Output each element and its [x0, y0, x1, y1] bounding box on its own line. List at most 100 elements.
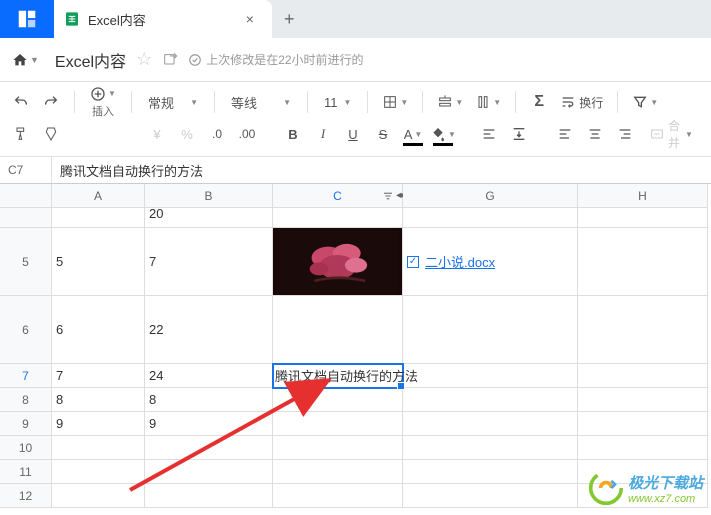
document-tab[interactable]: Excel内容 × — [54, 0, 272, 38]
autosum-button[interactable]: Σ — [526, 89, 552, 115]
halign-center-button[interactable] — [582, 121, 608, 147]
cell[interactable] — [403, 412, 578, 436]
row-header[interactable]: 9 — [0, 412, 52, 436]
strikethrough-button[interactable]: S — [370, 121, 396, 147]
filter-button[interactable]: ▼ — [628, 89, 662, 115]
currency-button[interactable]: ¥ — [144, 121, 170, 147]
share-icon[interactable] — [162, 52, 178, 68]
align-left-button[interactable] — [476, 121, 502, 147]
cell[interactable] — [273, 208, 403, 228]
decimal-dec-button[interactable]: .0 — [204, 121, 230, 147]
cell-link[interactable]: ✓ 二小说.docx — [403, 228, 578, 296]
merge-button[interactable]: 合并▼ — [658, 121, 684, 147]
app-logo-tab[interactable] — [0, 0, 54, 38]
document-link[interactable]: 二小说.docx — [425, 252, 495, 271]
cell[interactable] — [52, 208, 145, 228]
cell[interactable]: 24 — [145, 364, 273, 388]
row-header[interactable]: 5 — [0, 228, 52, 296]
cell[interactable] — [273, 296, 403, 364]
col-header-a[interactable]: A — [52, 184, 145, 208]
cell[interactable]: 8 — [145, 388, 273, 412]
cell[interactable] — [273, 460, 403, 484]
cell[interactable] — [578, 388, 708, 412]
clear-format-button[interactable] — [38, 121, 64, 147]
cell[interactable] — [52, 484, 145, 508]
percent-button[interactable]: % — [174, 121, 200, 147]
cell[interactable] — [403, 436, 578, 460]
cell[interactable] — [578, 208, 708, 228]
cell[interactable]: 20 — [145, 208, 273, 228]
cell[interactable]: 5 — [52, 228, 145, 296]
insert-row-button[interactable]: ▼ — [433, 89, 467, 115]
cell[interactable] — [578, 412, 708, 436]
home-button[interactable]: ▼ — [12, 52, 39, 68]
insert-col-button[interactable]: ▼ — [471, 89, 505, 115]
cell[interactable] — [578, 296, 708, 364]
cell[interactable] — [52, 436, 145, 460]
cell[interactable] — [145, 484, 273, 508]
bold-button[interactable]: B — [280, 121, 306, 147]
star-icon[interactable]: ☆ — [136, 49, 152, 70]
insert-button[interactable]: ▼ 插入 — [85, 84, 121, 121]
cell[interactable] — [403, 388, 578, 412]
cell-image[interactable] — [273, 228, 403, 296]
cell[interactable]: 9 — [145, 412, 273, 436]
cell[interactable] — [403, 208, 578, 228]
cell[interactable] — [578, 436, 708, 460]
cell[interactable]: 7 — [52, 364, 145, 388]
cell[interactable] — [403, 364, 578, 388]
decimal-inc-button[interactable]: .00 — [234, 121, 260, 147]
cell[interactable] — [273, 436, 403, 460]
redo-button[interactable] — [38, 89, 64, 115]
new-tab-button[interactable]: + — [272, 9, 307, 30]
cell[interactable] — [578, 364, 708, 388]
halign-left-button[interactable] — [552, 121, 578, 147]
cell[interactable] — [578, 228, 708, 296]
select-all-corner[interactable] — [0, 184, 52, 208]
halign-right-button[interactable] — [612, 121, 638, 147]
number-format-select[interactable]: 常规▼ — [142, 89, 204, 115]
formula-input[interactable]: 腾讯文档自动换行的方法 — [52, 161, 711, 180]
cell[interactable] — [52, 460, 145, 484]
cell[interactable] — [403, 484, 578, 508]
row-header[interactable]: 7 — [0, 364, 52, 388]
format-painter-button[interactable] — [8, 121, 34, 147]
row-header[interactable]: 12 — [0, 484, 52, 508]
cell[interactable]: 6 — [52, 296, 145, 364]
fill-color-button[interactable]: ▼ — [430, 121, 456, 147]
cell[interactable] — [273, 388, 403, 412]
row-header[interactable]: 10 — [0, 436, 52, 460]
row-header[interactable]: 11 — [0, 460, 52, 484]
cell[interactable] — [273, 484, 403, 508]
cell[interactable]: 8 — [52, 388, 145, 412]
wrap-text-button[interactable]: 换行 — [556, 89, 607, 115]
close-icon[interactable]: × — [242, 11, 258, 27]
col-header-b[interactable]: B — [145, 184, 273, 208]
valign-button[interactable] — [506, 121, 532, 147]
cell[interactable]: 7 — [145, 228, 273, 296]
row-header[interactable]: 6 — [0, 296, 52, 364]
cell-selected[interactable]: 腾讯文档自动换行的方法 — [273, 364, 403, 388]
cell[interactable]: 9 — [52, 412, 145, 436]
cell[interactable] — [145, 460, 273, 484]
row-header[interactable]: 8 — [0, 388, 52, 412]
filter-icon[interactable] — [380, 188, 396, 204]
font-color-button[interactable]: A▼ — [400, 121, 426, 147]
col-header-c[interactable]: C ◂▸ — [273, 184, 403, 208]
freeze-button[interactable]: ▼ 冻结 — [704, 116, 711, 153]
italic-button[interactable]: I — [310, 121, 336, 147]
cell[interactable] — [273, 412, 403, 436]
font-family-select[interactable]: 等线▼ — [225, 89, 297, 115]
cell[interactable] — [145, 436, 273, 460]
document-title[interactable]: Excel内容 — [55, 48, 126, 72]
checkbox-icon[interactable]: ✓ — [407, 256, 419, 268]
borders-button[interactable]: ▼ — [378, 89, 412, 115]
cell-reference[interactable]: C7 — [0, 157, 52, 183]
cell[interactable]: 22 — [145, 296, 273, 364]
font-size-select[interactable]: 11▼ — [318, 89, 357, 115]
undo-button[interactable] — [8, 89, 34, 115]
cell[interactable] — [403, 296, 578, 364]
col-header-h[interactable]: H — [578, 184, 708, 208]
col-header-g[interactable]: G — [403, 184, 578, 208]
cell[interactable] — [403, 460, 578, 484]
